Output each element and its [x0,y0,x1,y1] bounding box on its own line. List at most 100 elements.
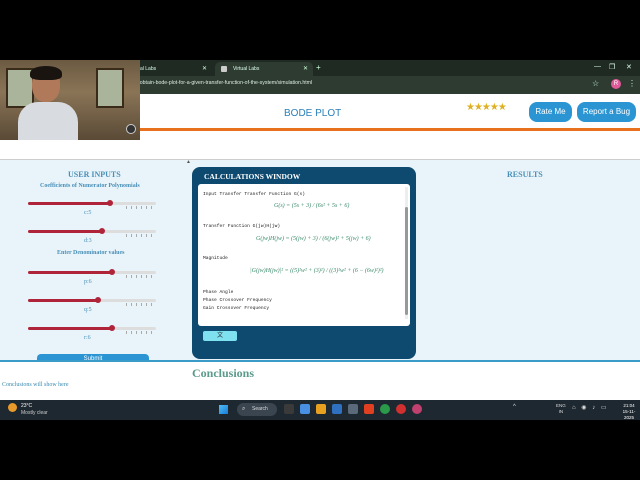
calc-line-gain-crossover: Gain Crossover Frequency [203,306,270,311]
calc-scrollbar[interactable] [405,187,408,319]
slider-tick [151,303,152,306]
office-icon[interactable] [364,404,374,414]
tab-1-close-icon[interactable]: ✕ [202,65,207,72]
weather-moon-icon[interactable] [8,403,17,412]
slider-tick [146,303,147,306]
widgets-icon[interactable] [300,404,310,414]
calculations-content: Input Transfer Transfer Function G(s) G(… [198,184,410,326]
weather-temp[interactable]: 23°C [21,403,32,409]
calc-eq-gs: G(s) = (5s + 3) / (6s² + 5s + 6) [274,203,350,209]
calc-line-input-tf: Input Transfer Transfer Function G(s) [203,192,305,197]
calc-line-magnitude: Magnitude [203,256,228,261]
slider-label: p:6 [84,279,92,285]
slider-knob[interactable] [107,200,113,206]
language-indicator[interactable]: ENG IN [556,403,566,415]
slider-2[interactable] [28,269,156,278]
slider-tick [136,234,137,237]
opera-icon[interactable] [396,404,406,414]
cam-window-right [96,68,124,108]
tab-2-label: Virtual Labs [233,66,260,72]
slider-tick [126,234,127,237]
minimize-icon[interactable]: — [594,63,601,70]
search-icon: ⌕ [242,406,246,412]
collapse-caret-icon[interactable]: ▲ [186,159,191,165]
slider-knob[interactable] [109,269,115,275]
slider-tick [141,206,142,209]
slider-tick [131,303,132,306]
app-icon[interactable] [412,404,422,414]
conclusions-title: Conclusions [192,366,255,380]
calc-eq-magnitude: |G(jw)H(jw)|² = ((5)²w² + (3)²) / ((3)²w… [250,268,384,274]
tray-overflow-icon[interactable]: ^ [513,404,516,410]
slider-tick [146,331,147,334]
start-menu-icon[interactable] [219,405,228,414]
lang-bottom: IN [558,409,564,414]
slider-tick [126,206,127,209]
slider-label: c:5 [84,210,92,216]
task-view-icon[interactable] [284,404,294,414]
menu-kebab-icon[interactable]: ⋮ [628,79,636,88]
report-bug-button[interactable]: Report a Bug [577,102,636,122]
calc-line-phase-crossover: Phase Crossover Frequency [203,298,272,303]
calc-action-button[interactable]: 文 [203,331,237,341]
slider-tick [151,234,152,237]
slider-tick [126,275,127,278]
slider-tick [131,275,132,278]
slider-tick [151,275,152,278]
slider-tick [151,331,152,334]
results-title: RESULTS [507,170,543,179]
slider-fill [28,230,102,233]
slider-4[interactable] [28,325,156,334]
system-tray-icons[interactable]: ⌂ ◉ ♪ ▭ [572,404,609,411]
cam-person-body [18,102,78,140]
calc-line-phase-angle: Phase Angle [203,290,234,295]
slider-tick [131,206,132,209]
close-window-icon[interactable]: ✕ [626,63,632,71]
cam-overlay-icon[interactable] [126,124,136,134]
chrome-icon[interactable] [380,404,390,414]
slider-1[interactable] [28,228,156,237]
clock[interactable]: 21:04 15-11-2025 [618,403,640,421]
tab-2[interactable]: Virtual Labs ✕ [215,62,313,76]
new-tab-icon[interactable]: + [316,63,321,72]
slider-fill [28,271,112,274]
slider-knob[interactable] [109,325,115,331]
slider-tick [126,303,127,306]
slider-tick [126,331,127,334]
weather-description[interactable]: Mostly clear [21,410,48,416]
calc-scrollbar-thumb[interactable] [405,207,408,315]
slider-fill [28,327,112,330]
store-icon[interactable] [332,404,342,414]
numerator-heading: Coefficients of Numerator Polynomials [40,183,140,189]
rating-stars[interactable]: ★★★★★ [466,102,507,113]
slider-tick [136,206,137,209]
taskbar-search[interactable]: ⌕ Search [237,403,277,416]
slider-tick [146,234,147,237]
slider-knob[interactable] [95,297,101,303]
cam-person-hair [30,66,62,80]
slider-3[interactable] [28,297,156,306]
maximize-icon[interactable]: ❐ [609,63,615,71]
slider-tick [141,331,142,334]
calendar-icon[interactable] [348,404,358,414]
slider-tick [136,275,137,278]
rate-me-button[interactable]: Rate Me [529,102,572,122]
profile-avatar[interactable]: R [611,79,621,89]
slider-tick [151,206,152,209]
taskbar-search-label: Search [252,406,268,412]
slider-knob[interactable] [99,228,105,234]
url-field[interactable]: -obtain-bode-plot-for-a-given-transfer-f… [138,80,312,86]
slider-0[interactable] [28,200,156,209]
file-explorer-icon[interactable] [316,404,326,414]
tab-1-label: al Labs [140,66,157,72]
slider-fill [28,299,98,302]
slider-label: r:6 [84,335,91,341]
cam-person [18,66,78,140]
conclusions-area [0,362,640,400]
slider-tick [141,234,142,237]
conclusions-note: Conclusions will show here [2,382,69,388]
bookmark-star-icon[interactable]: ☆ [592,79,599,88]
tab-2-close-icon[interactable]: ✕ [303,65,308,72]
slider-tick [146,275,147,278]
slider-tick [131,331,132,334]
